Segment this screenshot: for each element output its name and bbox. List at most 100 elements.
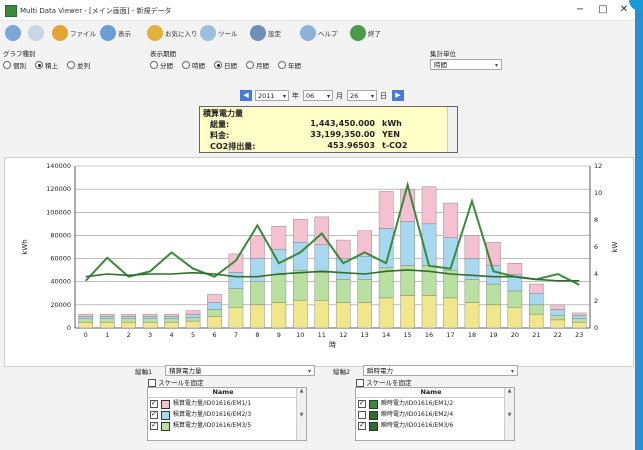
- bar-segment: [357, 256, 372, 280]
- radio-dot[interactable]: [67, 61, 75, 69]
- maximize-button[interactable]: □: [593, 3, 613, 17]
- bar-segment: [550, 315, 566, 321]
- y-tick-label: 80000: [50, 231, 71, 239]
- series-line: [85, 269, 580, 282]
- axis1-series-list: Name ▲▼ 積算電力量/ID01616/EM1/1 積算電力量/ID01616…: [147, 387, 307, 441]
- bar-segment: [207, 302, 222, 310]
- list-item[interactable]: 積算電力量/ID01616/EM2/3: [150, 409, 251, 420]
- control-panel: グラフ種別 個別 積上 並列 表示期間 分間 時間 日間 月間 年間 集計単位 時間 ▾: [0, 46, 635, 86]
- back-icon: [5, 25, 21, 41]
- list-scrollbar[interactable]: ▲ ▼: [504, 388, 514, 440]
- bar-segment: [507, 306, 523, 329]
- period-radio-0[interactable]: 分間: [150, 60, 173, 70]
- radio-dot[interactable]: [246, 61, 254, 69]
- toolbar-button-設定[interactable]: 設定: [250, 24, 281, 42]
- y-tick-label: 40000: [50, 278, 71, 286]
- radio-dot[interactable]: [35, 61, 43, 69]
- radio-dot[interactable]: [214, 61, 222, 69]
- next-day-button[interactable]: ▶: [392, 90, 404, 101]
- unit-select[interactable]: 時間 ▾: [430, 59, 502, 70]
- y-tick-label: 20000: [50, 301, 71, 309]
- bar-segment: [228, 306, 244, 329]
- toolbar-button-back[interactable]: [5, 24, 21, 42]
- x-tick-label: 11: [318, 331, 326, 339]
- bar-segment: [142, 316, 158, 319]
- list-item[interactable]: 積算電力量/ID01616/EM1/1: [150, 398, 252, 409]
- x-tick-label: 7: [234, 331, 238, 339]
- bar-segment: [78, 318, 94, 323]
- period-radio-2[interactable]: 日間: [214, 60, 237, 70]
- bar-segment: [529, 293, 544, 306]
- summary-row-co2: CO2排出量: 453.96503 t-CO2: [210, 141, 440, 152]
- radio-dot[interactable]: [182, 61, 190, 69]
- graph-type-radio-1[interactable]: 積上: [35, 60, 58, 70]
- series-checkbox[interactable]: [358, 420, 366, 430]
- bar-segment: [185, 320, 201, 329]
- summary-value: 453.96503: [327, 141, 375, 150]
- toolbar-button-終了[interactable]: 終了: [350, 24, 381, 42]
- list-item[interactable]: 積算電力量/ID01616/EM3/5: [150, 420, 251, 431]
- axis1-fix-checkbox[interactable]: [148, 379, 156, 387]
- bar-segment: [571, 315, 587, 319]
- graph-type-radio-2[interactable]: 並列: [67, 60, 90, 70]
- day-select[interactable]: 26 ▾: [347, 90, 377, 101]
- series-checkbox[interactable]: [150, 409, 158, 419]
- toolbar-label: ヘルプ: [318, 30, 338, 38]
- bar-segment: [486, 283, 501, 306]
- toolbar-label: 終了: [368, 30, 381, 38]
- axis1-fix-scale[interactable]: スケールを固定: [148, 377, 204, 387]
- month-select[interactable]: 06 ▾: [303, 90, 333, 101]
- axis2-select[interactable]: 瞬時電力 ▾: [363, 365, 518, 376]
- series-name: 積算電力量/ID01616/EM1/1: [173, 400, 252, 407]
- radio-dot[interactable]: [150, 61, 158, 69]
- x-tick-label: 1: [105, 331, 109, 339]
- bar-segment: [314, 244, 330, 273]
- list-item[interactable]: 瞬時電力/ID01616/EM1/2: [358, 398, 454, 409]
- bar-segment: [207, 316, 222, 329]
- period-radio-3[interactable]: 月間: [246, 60, 269, 70]
- axis2-fix-checkbox[interactable]: [356, 379, 364, 387]
- axis2-fix-scale[interactable]: スケールを固定: [356, 377, 412, 387]
- radio-dot[interactable]: [278, 61, 286, 69]
- y2-tick-label: 4: [594, 270, 598, 278]
- graph-type-radio-0[interactable]: 個別: [3, 60, 26, 70]
- radio-dot[interactable]: [3, 61, 11, 69]
- series-checkbox[interactable]: [358, 398, 366, 408]
- prev-day-button[interactable]: ◀: [240, 90, 252, 101]
- app-window: Multi Data Viewer - [メイン画面] - 新規データ − □ …: [0, 0, 636, 450]
- unit-label: 集計単位: [430, 50, 456, 58]
- year-select[interactable]: 2011 ▾: [255, 90, 289, 101]
- toolbar-button-ツール[interactable]: ツール: [200, 24, 238, 42]
- list-scrollbar[interactable]: ▲ ▼: [296, 388, 306, 440]
- bar-segment: [443, 297, 458, 329]
- toolbar-button-お気に入り[interactable]: お気に入り: [147, 24, 198, 42]
- period-radio-1[interactable]: 時間: [182, 60, 205, 70]
- series-name: 瞬時電力/ID01616/EM1/2: [381, 400, 454, 407]
- series-checkbox[interactable]: [358, 411, 366, 419]
- toolbar-button-ファイル[interactable]: ファイル: [52, 24, 96, 42]
- toolbar-button-ヘルプ[interactable]: ヘルプ: [300, 24, 338, 42]
- energy-chart: 0 20000 40000 60000 80000 100000 120000 140000 0…: [21, 162, 619, 349]
- bar-segment: [378, 297, 394, 329]
- bar-segment: [99, 313, 115, 317]
- series-checkbox[interactable]: [150, 420, 158, 430]
- y-tick-label: 120000: [46, 185, 71, 193]
- period-group: 分間 時間 日間 月間 年間: [150, 60, 310, 71]
- minimize-button[interactable]: −: [570, 3, 590, 17]
- bar-segment: [228, 272, 244, 289]
- bar-segment: [271, 274, 287, 303]
- list-header: Name: [356, 388, 506, 398]
- bar-segment: [99, 318, 115, 323]
- day-value: 26: [350, 92, 359, 100]
- axis1-select[interactable]: 積算電力量 ▾: [165, 365, 315, 376]
- series-checkbox[interactable]: [150, 398, 158, 408]
- list-item[interactable]: 瞬時電力/ID01616/EM2/4: [358, 410, 453, 420]
- toolbar-button-forward[interactable]: [28, 24, 44, 42]
- toolbar-button-表示[interactable]: 表示: [100, 24, 131, 42]
- chevron-down-icon: ▾: [370, 93, 374, 100]
- summary-scrollbar[interactable]: [447, 107, 457, 152]
- period-radio-4[interactable]: 年間: [278, 60, 301, 70]
- y-axis-label: kWh: [21, 239, 29, 254]
- list-item[interactable]: 瞬時電力/ID01616/EM3/6: [358, 420, 453, 431]
- x-tick-label: 4: [169, 331, 173, 339]
